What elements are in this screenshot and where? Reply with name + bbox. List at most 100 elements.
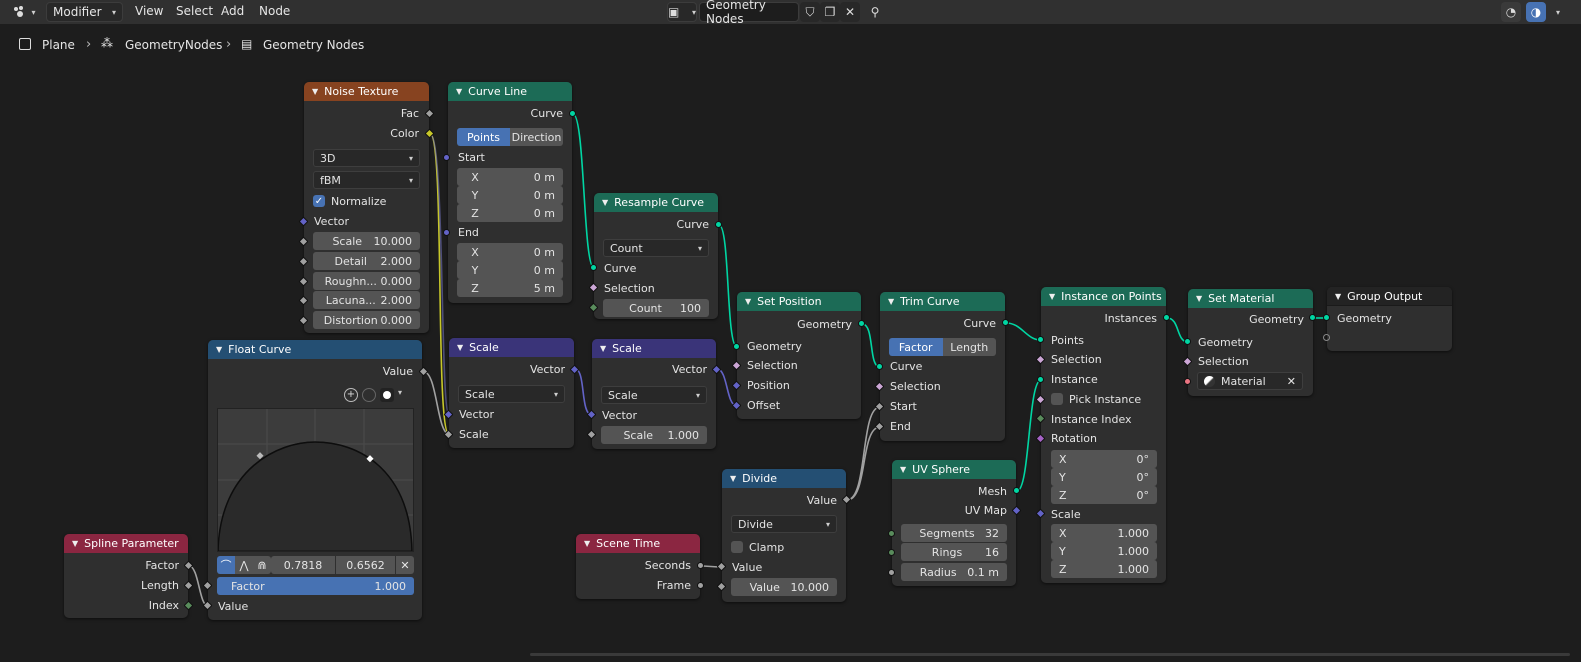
socket-material-in[interactable] <box>1184 378 1191 385</box>
handle-vector-icon[interactable]: ⋀ <box>235 556 253 574</box>
socket-start-in[interactable] <box>443 154 450 161</box>
mode-points[interactable]: Points <box>457 128 510 146</box>
socket-points-in[interactable] <box>1037 336 1044 343</box>
point-y-field[interactable]: 0.6562 <box>336 556 395 574</box>
socket-curve-out[interactable] <box>715 221 722 228</box>
node-set-position[interactable]: ▼ Set Position Geometry Geometry Selectio… <box>737 292 861 419</box>
socket-geometry-out[interactable] <box>1309 314 1316 321</box>
operation-select[interactable]: Divide ▾ <box>731 515 837 533</box>
socket-curve-in[interactable] <box>590 264 597 271</box>
rotation-z-field[interactable]: Z 0° <box>1051 486 1157 504</box>
scale-field[interactable]: Scale 10.000 <box>313 232 420 250</box>
socket-curve-out[interactable] <box>1002 319 1009 326</box>
node-scale-1[interactable]: ▼ Scale Vector Scale ▾ Vector Scale <box>449 338 574 448</box>
distortion-field[interactable]: Distortion 0.000 <box>313 311 420 329</box>
node-resample-curve[interactable]: ▼ Resample Curve Curve Count ▾ Curve Selec… <box>594 193 718 319</box>
node-header[interactable]: ▼ Scene Time <box>576 534 700 553</box>
collapse-arrow-icon[interactable]: ▼ <box>1049 292 1055 301</box>
node-header[interactable]: ▼ Trim Curve <box>880 292 1005 311</box>
socket-geometry-out[interactable] <box>858 320 865 327</box>
normalize-checkbox[interactable]: ✓ Normalize <box>313 192 386 210</box>
socket-geometry-in[interactable] <box>1184 338 1191 345</box>
node-header[interactable]: ▼ Float Curve <box>208 340 422 359</box>
end-y-field[interactable]: Y 0 m <box>457 261 563 279</box>
socket-curve-out[interactable] <box>569 110 576 117</box>
collapse-arrow-icon[interactable]: ▼ <box>312 87 318 96</box>
collapse-arrow-icon[interactable]: ▼ <box>72 539 78 548</box>
collapse-arrow-icon[interactable]: ▼ <box>457 343 463 352</box>
scale-y-field[interactable]: Y 1.000 <box>1051 542 1157 560</box>
node-header[interactable]: ▼ Scale <box>449 338 574 357</box>
curve-editor[interactable] <box>217 408 414 552</box>
material-field[interactable]: Material ✕ <box>1197 372 1303 390</box>
node-instance-on-points[interactable]: ▼ Instance on Points Instances Points Sel… <box>1041 287 1166 583</box>
roughness-field[interactable]: Roughn... 0.000 <box>313 272 420 290</box>
scale-x-field[interactable]: X 1.000 <box>1051 524 1157 542</box>
start-y-field[interactable]: Y 0 m <box>457 186 563 204</box>
collapse-arrow-icon[interactable]: ▼ <box>1335 292 1341 301</box>
dimensions-select[interactable]: 3D ▾ <box>313 149 420 167</box>
end-x-field[interactable]: X 0 m <box>457 243 563 261</box>
point-x-field[interactable]: 0.7818 <box>271 556 335 574</box>
segments-field[interactable]: Segments 32 <box>901 524 1007 542</box>
type-select[interactable]: fBM ▾ <box>313 171 420 189</box>
end-z-field[interactable]: Z 5 m <box>457 279 563 297</box>
socket-curve-in[interactable] <box>876 363 883 370</box>
socket-radius-in[interactable] <box>888 569 895 576</box>
collapse-arrow-icon[interactable]: ▼ <box>745 297 751 306</box>
collapse-arrow-icon[interactable]: ▼ <box>888 297 894 306</box>
clamp-checkbox[interactable]: Clamp <box>731 538 784 556</box>
socket-segments-in[interactable] <box>888 530 895 537</box>
socket-mesh-out[interactable] <box>1013 487 1020 494</box>
delete-point-icon[interactable]: ✕ <box>396 556 414 574</box>
operation-select[interactable]: Scale ▾ <box>601 386 707 404</box>
count-field[interactable]: Count 100 <box>603 299 709 317</box>
node-float-curve[interactable]: ▼ Float Curve Value + ▾ ⌒ ⋀ ⋒ 0.7818 0.65… <box>208 340 422 620</box>
socket-instances-out[interactable] <box>1163 314 1170 321</box>
socket-frame-out[interactable] <box>697 582 704 589</box>
mode-select[interactable]: Count ▾ <box>603 239 709 257</box>
handle-free-icon[interactable]: ⋒ <box>253 556 271 574</box>
pick-instance-checkbox[interactable]: Pick Instance <box>1051 390 1141 408</box>
lacunarity-field[interactable]: Lacuna... 2.000 <box>313 291 420 309</box>
node-set-material[interactable]: ▼ Set Material Geometry Selection Materia… <box>1188 289 1313 396</box>
radius-field[interactable]: Radius 0.1 m <box>901 563 1007 581</box>
curve-tools-dropdown[interactable]: ▾ <box>398 388 402 397</box>
collapse-arrow-icon[interactable]: ▼ <box>456 87 462 96</box>
node-scene-time[interactable]: ▼ Scene Time Seconds Frame <box>576 534 700 599</box>
curve-graph[interactable] <box>217 409 413 552</box>
socket-rings-in[interactable] <box>888 549 895 556</box>
detail-field[interactable]: Detail 2.000 <box>313 252 420 270</box>
collapse-arrow-icon[interactable]: ▼ <box>900 465 906 474</box>
socket-empty-in[interactable] <box>1323 334 1330 341</box>
node-header[interactable]: ▼ Noise Texture <box>304 82 429 101</box>
node-curve-line[interactable]: ▼ Curve Line Curve Points Direction Start… <box>448 82 572 303</box>
collapse-arrow-icon[interactable]: ▼ <box>216 345 222 354</box>
mode-toggle[interactable]: Factor Length <box>889 338 996 356</box>
node-header[interactable]: ▼ Set Position <box>737 292 861 311</box>
horizontal-scrollbar[interactable] <box>530 653 1570 656</box>
node-header[interactable]: ▼ Instance on Points <box>1041 287 1166 306</box>
node-header[interactable]: ▼ Set Material <box>1188 289 1313 308</box>
socket-geometry-in[interactable] <box>733 343 740 350</box>
mode-direction[interactable]: Direction <box>510 128 563 146</box>
value-field[interactable]: Value 10.000 <box>731 578 837 596</box>
zoom-out-icon[interactable] <box>362 388 376 402</box>
collapse-arrow-icon[interactable]: ▼ <box>600 344 606 353</box>
socket-geometry-in[interactable] <box>1323 314 1330 321</box>
rotation-y-field[interactable]: Y 0° <box>1051 468 1157 486</box>
node-noise-texture[interactable]: ▼ Noise Texture Fac Color 3D ▾ fBM ▾ ✓ Norma… <box>304 82 429 333</box>
node-header[interactable]: ▼ Resample Curve <box>594 193 718 212</box>
clip-icon[interactable] <box>380 388 394 402</box>
node-scale-2[interactable]: ▼ Scale Vector Scale ▾ Vector Scale 1.000 <box>592 339 716 449</box>
node-trim-curve[interactable]: ▼ Trim Curve Curve Factor Length Curve Se… <box>880 292 1005 441</box>
scale-z-field[interactable]: Z 1.000 <box>1051 560 1157 578</box>
socket-seconds-out[interactable] <box>697 562 704 569</box>
handle-auto-icon[interactable]: ⌒ <box>217 556 235 574</box>
clear-icon[interactable]: ✕ <box>1287 375 1296 388</box>
node-header[interactable]: ▼ Curve Line <box>448 82 572 101</box>
zoom-in-icon[interactable]: + <box>344 388 358 402</box>
socket-end-in[interactable] <box>443 229 450 236</box>
collapse-arrow-icon[interactable]: ▼ <box>602 198 608 207</box>
mode-factor[interactable]: Factor <box>889 338 943 356</box>
